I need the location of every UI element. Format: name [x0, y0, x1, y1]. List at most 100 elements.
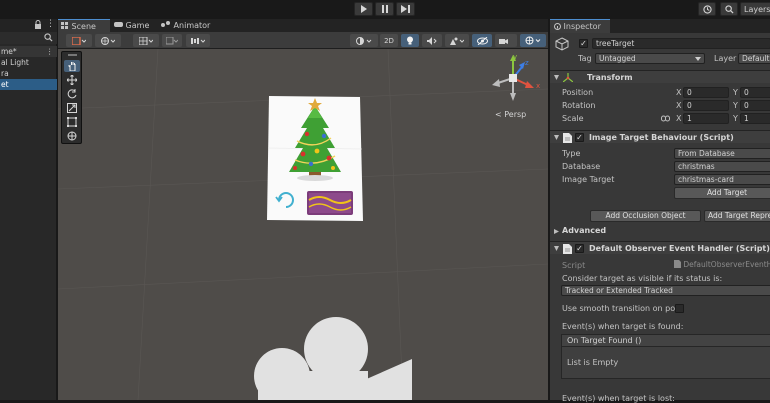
transform-icon	[67, 131, 77, 141]
transform-header[interactable]: Transform	[550, 70, 770, 83]
foldout-arrow-icon	[554, 75, 559, 80]
camera-settings-dropdown[interactable]	[495, 34, 517, 47]
inspector-tab-bar: Inspector	[550, 19, 770, 33]
component-enabled-checkbox[interactable]: ✓	[575, 244, 584, 253]
position-label: Position	[562, 88, 594, 97]
on-target-found-event-list: List is Empty	[561, 347, 770, 379]
history-button[interactable]	[698, 2, 716, 16]
foldout-arrow-icon	[554, 246, 559, 251]
hand-icon	[67, 62, 75, 71]
play-button[interactable]	[354, 2, 373, 16]
search-button[interactable]	[720, 2, 738, 16]
grid-snap-dropdown[interactable]	[133, 34, 159, 47]
scene-more-icon[interactable]: ⋮	[46, 46, 54, 57]
palette-grip[interactable]	[68, 54, 77, 56]
transform-tools-palette	[61, 51, 82, 144]
observer-handler-header[interactable]: ✓ Default Observer Event Handler (Script…	[550, 241, 770, 254]
script-value: DefaultObserverEventH	[683, 260, 770, 269]
gizmos-dropdown[interactable]	[520, 34, 546, 47]
scene-name: me*	[1, 47, 17, 56]
tab-inspector[interactable]: Inspector	[550, 19, 610, 33]
tab-scene[interactable]: Scene	[58, 19, 110, 32]
layer-label: Layer	[714, 54, 737, 63]
hierarchy-item[interactable]: al Light	[0, 57, 57, 68]
tab-animator[interactable]: Animator	[161, 19, 221, 32]
scene-viewport[interactable]: y x z < Persp	[58, 49, 548, 400]
status-filter-dropdown[interactable]: Tracked or Extended Tracked	[561, 285, 770, 296]
gameobject-name-field[interactable]: treeTarget	[592, 38, 770, 49]
scale-x-field[interactable]: 1	[683, 113, 729, 124]
hand-tool-button[interactable]	[64, 60, 80, 72]
scale-y-field[interactable]: 1	[740, 113, 770, 124]
gameobject-active-checkbox[interactable]: ✓	[579, 39, 588, 48]
layers-dropdown[interactable]: Layers	[740, 2, 770, 16]
camera-icon	[499, 38, 508, 44]
hierarchy-item-selected[interactable]: et	[0, 79, 57, 90]
image-target-header[interactable]: ✓ Image Target Behaviour (Script)	[550, 130, 770, 143]
hierarchy-scene-row[interactable]: me* ⋮	[0, 46, 57, 57]
rect-tool-button[interactable]	[64, 116, 80, 128]
type-dropdown[interactable]: From Database	[674, 148, 770, 159]
rotation-y-field[interactable]: 0	[740, 100, 770, 111]
position-x-field[interactable]: 0	[683, 87, 729, 98]
add-occlusion-object-button[interactable]: Add Occlusion Object	[590, 210, 701, 222]
on-target-found-event-header[interactable]: On Target Found ()	[561, 334, 770, 347]
component-enabled-checkbox[interactable]: ✓	[575, 133, 584, 142]
main-toolbar: Layers	[0, 0, 770, 19]
layer-dropdown[interactable]: Default	[738, 53, 770, 64]
play-icon	[360, 5, 367, 13]
script-label: Script	[562, 261, 586, 270]
rotate-tool-button[interactable]	[64, 88, 80, 100]
draw-mode-dropdown[interactable]	[66, 34, 92, 47]
script-reference-field[interactable]: DefaultObserverEventH	[674, 260, 770, 271]
pause-button[interactable]	[375, 2, 394, 16]
2d-label: 2D	[384, 36, 394, 45]
light-bulb-icon	[407, 36, 413, 45]
grid-snap-icon	[139, 36, 153, 45]
database-dropdown[interactable]: christmas	[674, 161, 770, 172]
advanced-label: Advanced	[562, 226, 607, 235]
audio-toggle[interactable]	[422, 34, 442, 47]
transform-tool-button[interactable]	[64, 130, 80, 142]
eye-slash-icon	[476, 36, 488, 45]
script-icon	[563, 244, 572, 254]
add-target-representation-button[interactable]: Add Target Repre	[704, 210, 770, 222]
smooth-transition-checkbox[interactable]	[675, 304, 684, 313]
rotation-x-field[interactable]: 0	[683, 100, 729, 111]
lighting-toggle[interactable]	[401, 34, 419, 47]
search-icon	[724, 4, 734, 14]
effects-dropdown[interactable]	[445, 34, 469, 47]
tag-dropdown[interactable]: Untagged	[595, 53, 705, 64]
step-button[interactable]	[396, 2, 415, 16]
link-icon[interactable]	[661, 115, 670, 122]
image-target-dropdown[interactable]: christmas-card	[674, 174, 770, 185]
advanced-foldout[interactable]: Advanced	[550, 225, 770, 237]
shading-mode-dropdown[interactable]	[350, 34, 378, 47]
tab-label: Game	[125, 21, 150, 30]
lock-icon[interactable]	[34, 20, 42, 32]
hierarchy-item[interactable]: ra	[0, 68, 57, 79]
hierarchy-search-bar	[0, 32, 57, 44]
gizmo-x-label: x	[536, 82, 541, 90]
tab-label: Animator	[173, 21, 211, 30]
perspective-label[interactable]: < Persp	[495, 110, 526, 119]
search-icon[interactable]	[44, 33, 53, 44]
align-dropdown[interactable]	[186, 34, 210, 47]
snap-increment-dropdown[interactable]	[162, 34, 182, 47]
tab-game[interactable]: Game	[113, 19, 158, 32]
global-dropdown[interactable]	[95, 34, 121, 47]
component-title: Image Target Behaviour (Script)	[589, 133, 734, 142]
more-icon[interactable]: ⋮	[46, 19, 55, 29]
scale-tool-button[interactable]	[64, 102, 80, 114]
image-target-card[interactable]	[267, 96, 367, 222]
info-icon	[554, 23, 561, 30]
2d-toggle[interactable]: 2D	[380, 34, 398, 47]
position-y-field[interactable]: 0	[740, 87, 770, 98]
move-tool-button[interactable]	[64, 74, 80, 86]
script-file-icon	[674, 260, 681, 268]
scale-icon	[67, 103, 77, 113]
camera-gizmo-icon[interactable]	[244, 311, 424, 400]
inspector-panel: Inspector ✓ treeTarget Tag Untagged Laye…	[549, 19, 770, 403]
add-target-button[interactable]: Add Target	[674, 187, 770, 199]
hidden-objects-toggle[interactable]	[472, 34, 492, 47]
